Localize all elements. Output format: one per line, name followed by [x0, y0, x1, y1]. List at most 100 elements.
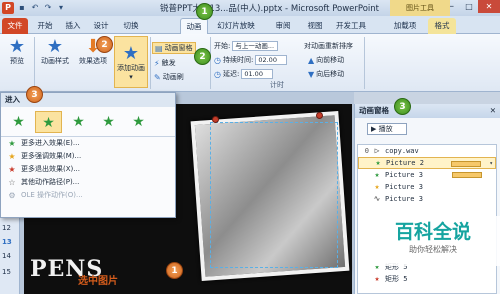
move-later-label: 向后移动 — [316, 70, 345, 78]
clock-icon: ◷ — [214, 55, 221, 65]
animation-style-button[interactable]: ★ 动画样式 — [38, 38, 72, 66]
quick-access-toolbar: ▪ ↶ ↷ ▾ — [17, 2, 66, 13]
animation-pane-title: 动画窗格 — [359, 106, 389, 115]
animation-pane-icon: ▤ — [155, 43, 163, 53]
chevron-down-icon: ▾ — [129, 73, 133, 81]
more-exit-effects[interactable]: ★ 更多退出效果(X)... — [1, 163, 175, 176]
star-icon: ★ — [8, 152, 16, 161]
animation-item[interactable]: 0 ▷ copy.wav — [358, 145, 496, 157]
tab-file[interactable]: 文件 — [2, 18, 28, 34]
delay-field[interactable]: 01.00 — [241, 69, 274, 79]
powerpoint-logo-icon[interactable]: P — [2, 2, 14, 14]
menu-item-label: 其他动作路径(P)... — [21, 178, 80, 186]
tab-view[interactable]: 视图 — [302, 18, 328, 34]
animation-item[interactable]: ∿ Picture 3 — [358, 193, 496, 205]
preview-button[interactable]: ★ 预览 — [4, 38, 30, 66]
menu-item-label: 更多退出效果(X)... — [21, 165, 80, 173]
star-icon: ★ — [374, 274, 380, 283]
fade-effect-star-icon[interactable]: ★ — [35, 111, 62, 133]
slide-number[interactable]: 14 — [2, 252, 11, 260]
animation-style-label: 动画样式 — [41, 57, 69, 65]
duration-field[interactable]: 02.00 — [255, 55, 288, 65]
split-effect-star-icon[interactable]: ★ — [125, 111, 152, 133]
move-later-button[interactable]: ▼ 向后移动 — [308, 69, 344, 79]
watermark: 百科全说 助你轻松解决 — [366, 216, 500, 266]
undo-icon[interactable]: ↶ — [30, 2, 40, 13]
timing-bar[interactable] — [451, 161, 481, 167]
redo-icon[interactable]: ↷ — [43, 2, 53, 13]
animation-pane-header: 动画窗格 ✕ — [355, 104, 500, 118]
window-title: 锐普PPT大赛13...品(中人).pptx - Microsoft Power… — [160, 4, 380, 14]
ribbon: ★ 预览 ★ 动画样式 ⬇ 效果选项 ★ 添加动画 ▾ ▤ 动画窗格 ⚡ 触发 … — [0, 34, 500, 92]
menu-item-label: OLE 操作动作(O)... — [21, 191, 83, 199]
item-label: Picture 3 — [385, 171, 423, 179]
move-earlier-button[interactable]: ▲ 向前移动 — [308, 55, 344, 65]
pin-icon — [212, 116, 219, 123]
animation-painter-label: 动画刷 — [162, 73, 184, 81]
animation-item[interactable]: ★ Picture 3 — [358, 181, 496, 193]
item-label: Picture 3 — [385, 195, 423, 203]
tab-format[interactable]: 格式 — [428, 18, 456, 34]
tab-developer[interactable]: 开发工具 — [334, 18, 368, 34]
item-label: Picture 2 — [386, 159, 424, 167]
close-button[interactable]: ✕ — [478, 0, 500, 13]
duration-label: 持续时间: — [222, 56, 254, 64]
step-badge: 2 — [96, 36, 113, 53]
float-in-effect-star-icon[interactable]: ★ — [95, 111, 122, 133]
save-icon[interactable]: ▪ — [17, 2, 27, 13]
window-controls: ─ □ ✕ — [442, 0, 500, 13]
more-emphasis-effects[interactable]: ★ 更多强调效果(M)... — [1, 150, 175, 163]
slide-number[interactable]: 13 — [2, 238, 12, 246]
more-entrance-effects[interactable]: ★ 更多进入效果(E)... — [1, 137, 175, 150]
appear-effect-star-icon[interactable]: ★ — [5, 111, 32, 133]
trigger-button[interactable]: ⚡ 触发 — [154, 58, 176, 68]
maximize-button[interactable]: □ — [460, 0, 478, 13]
delay-label: 延迟: — [222, 70, 240, 78]
animation-pane-button[interactable]: ▤ 动画窗格 — [152, 42, 196, 54]
duration-row: ◷ 持续时间: 02.00 — [214, 55, 288, 65]
preview-star-icon: ★ — [8, 36, 26, 57]
customize-icon[interactable]: ▾ — [56, 2, 66, 13]
tab-design[interactable]: 设计 — [88, 18, 114, 34]
slide-number[interactable]: 15 — [2, 268, 11, 276]
tab-review[interactable]: 审阅 — [270, 18, 296, 34]
watermark-subtitle: 助你轻松解决 — [409, 245, 457, 254]
animation-item[interactable]: ★ Picture 2 ▾ — [358, 157, 496, 169]
item-label: copy.wav — [385, 147, 419, 155]
picture-tools-context-header: 图片工具 — [390, 0, 450, 16]
add-animation-dropdown: 进入 ★ ★ ★ ★ ★ ★ 更多进入效果(E)... ★ 更多强调效果(M).… — [0, 92, 176, 218]
animation-painter-button[interactable]: ✎ 动画刷 — [154, 72, 184, 82]
animation-item[interactable]: ★ 矩形 5 — [358, 273, 496, 285]
star-icon: ☆ — [8, 178, 16, 187]
tab-addins[interactable]: 加载项 — [390, 18, 420, 34]
move-earlier-label: 向前移动 — [316, 56, 345, 64]
step-badge: 3 — [394, 98, 411, 115]
add-animation-button[interactable]: ★ 添加动画 ▾ — [114, 36, 148, 88]
play-icon: ▷ — [374, 146, 380, 155]
star-icon: ★ — [375, 158, 381, 167]
step-badge: 1 — [166, 262, 183, 279]
timing-bar[interactable] — [452, 172, 482, 178]
watermark-title: 百科全说 — [394, 221, 471, 243]
ribbon-tab-row: 文件 开始 插入 设计 切换 动画 幻灯片放映 审阅 视图 开发工具 加载项 格… — [0, 16, 500, 34]
tab-transitions[interactable]: 切换 — [118, 18, 144, 34]
slide-number[interactable]: 12 — [2, 224, 11, 232]
trigger-label: 触发 — [161, 59, 176, 67]
tab-animations[interactable]: 动画 — [180, 18, 208, 34]
tab-home[interactable]: 开始 — [32, 18, 58, 34]
fly-in-effect-star-icon[interactable]: ★ — [65, 111, 92, 133]
item-order: 0 — [364, 147, 369, 155]
tab-insert[interactable]: 插入 — [60, 18, 86, 34]
close-icon[interactable]: ✕ — [490, 104, 496, 118]
timing-group-label: 计时 — [270, 81, 284, 89]
other-motion-paths[interactable]: ☆ 其他动作路径(P)... — [1, 176, 175, 189]
animation-item[interactable]: ★ Picture 3 — [358, 169, 496, 181]
star-icon: ★ — [8, 139, 16, 148]
arrow-up-icon: ▲ — [308, 55, 315, 65]
play-button[interactable]: ▶ 播放 — [367, 123, 407, 135]
divider — [34, 37, 35, 89]
start-dropdown[interactable]: 与上一动画... — [232, 41, 279, 51]
step-badge: 3 — [26, 86, 43, 103]
step-badge: 2 — [194, 48, 211, 65]
tab-slideshow[interactable]: 幻灯片放映 — [214, 18, 258, 34]
